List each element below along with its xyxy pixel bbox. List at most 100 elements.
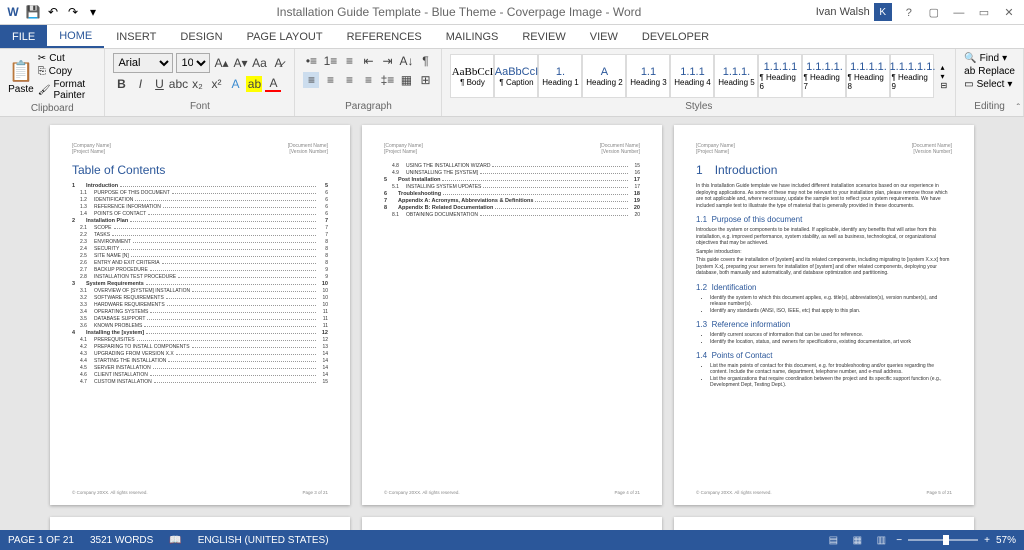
toc-entry[interactable]: 3.4Operating Systems11	[72, 309, 328, 315]
align-center-icon[interactable]: ≡	[322, 72, 338, 88]
style-item[interactable]: 1.Heading 1	[538, 54, 582, 98]
user-badge[interactable]: K	[874, 3, 892, 21]
toc-entry[interactable]: 4.4Starting the installation14	[72, 358, 328, 364]
styles-down-icon[interactable]: ▾	[940, 72, 947, 81]
highlight-icon[interactable]: ab	[246, 76, 262, 92]
toc-entry[interactable]: 4.6Client Installation14	[72, 372, 328, 378]
replace-button[interactable]: abReplace	[964, 66, 1015, 77]
toc-entry[interactable]: 3.1Overview of [system] installation10	[72, 288, 328, 294]
minimize-icon[interactable]: —	[948, 7, 970, 19]
page-indicator[interactable]: PAGE 1 OF 21	[8, 535, 74, 546]
toc-entry[interactable]: 2.7Backup Procedure9	[72, 267, 328, 273]
maximize-icon[interactable]: ▭	[973, 6, 995, 19]
style-item[interactable]: 1.1.1.1.1.¶ Heading 9	[890, 54, 934, 98]
changecase-icon[interactable]: Aa	[251, 55, 267, 71]
undo-icon[interactable]: ↶	[44, 3, 62, 21]
tab-design[interactable]: DESIGN	[168, 25, 234, 48]
toc-entry[interactable]: 3System Requirements10	[72, 281, 328, 287]
zoom-out-icon[interactable]: −	[896, 535, 902, 546]
find-button[interactable]: 🔍Find ▾	[964, 53, 1015, 64]
toc-entry[interactable]: 5Post Installation17	[384, 177, 640, 183]
zoom-slider[interactable]	[908, 539, 978, 541]
toc-entry[interactable]: 2.6Entry and Exit Criteria8	[72, 260, 328, 266]
tab-insert[interactable]: INSERT	[104, 25, 168, 48]
tab-mailings[interactable]: MAILINGS	[434, 25, 511, 48]
proofing-icon[interactable]: 📖	[169, 535, 181, 546]
page-thumbnail[interactable]: [Company Name][Project Name][Document Na…	[674, 517, 974, 530]
grow-font-icon[interactable]: A▴	[213, 55, 229, 71]
toc-entry[interactable]: 1.4Points of Contact6	[72, 211, 328, 217]
style-item[interactable]: 1.1.1.Heading 5	[714, 54, 758, 98]
tab-pagelayout[interactable]: PAGE LAYOUT	[235, 25, 335, 48]
readmode-icon[interactable]: ▤	[824, 532, 842, 548]
italic-icon[interactable]: I	[132, 76, 148, 92]
redo-icon[interactable]: ↷	[64, 3, 82, 21]
toc-entry[interactable]: 4.2Preparing to install components13	[72, 344, 328, 350]
zoom-in-icon[interactable]: +	[984, 535, 990, 546]
printlayout-icon[interactable]: ▦	[848, 532, 866, 548]
toc-entry[interactable]: 2.2Tasks7	[72, 232, 328, 238]
toc-entry[interactable]: 6Troubleshooting18	[384, 191, 640, 197]
superscript-icon[interactable]: x²	[208, 76, 224, 92]
font-size-select[interactable]: 10	[176, 53, 210, 73]
toc-entry[interactable]: 2.8Installation Test Procedure9	[72, 274, 328, 280]
toc-entry[interactable]: 3.5Database Support11	[72, 316, 328, 322]
zoom-level[interactable]: 57%	[996, 535, 1016, 546]
align-right-icon[interactable]: ≡	[341, 72, 357, 88]
toc-entry[interactable]: 5.1Installing System Updates17	[384, 184, 640, 190]
underline-icon[interactable]: U	[151, 76, 167, 92]
toc-entry[interactable]: 4.9Uninstalling the [system]16	[384, 170, 640, 176]
style-gallery[interactable]: AaBbCcI¶ BodyAaBbCcI¶ Caption1.Heading 1…	[450, 53, 934, 99]
style-item[interactable]: 1.1.1.1¶ Heading 6	[758, 54, 802, 98]
cut-button[interactable]: ✂Cut	[38, 53, 97, 64]
word-count[interactable]: 3521 WORDS	[90, 535, 153, 546]
strike-icon[interactable]: abc	[170, 76, 186, 92]
toc-entry[interactable]: 4.8Using the Installation Wizard15	[384, 163, 640, 169]
style-item[interactable]: AaBbCcI¶ Caption	[494, 54, 538, 98]
texteffects-icon[interactable]: A	[227, 76, 243, 92]
toc-entry[interactable]: 2Installation Plan7	[72, 218, 328, 224]
styles-more-icon[interactable]: ⊟	[940, 81, 947, 90]
shading-icon[interactable]: ▦	[398, 72, 414, 88]
page-thumbnail[interactable]: [Company Name][Project Name][Document Na…	[50, 125, 350, 505]
ribbon-options-icon[interactable]: ▢	[923, 6, 945, 19]
user-name[interactable]: Ivan Walsh	[816, 6, 870, 18]
save-icon[interactable]: 💾	[24, 3, 42, 21]
justify-icon[interactable]: ≡	[360, 72, 376, 88]
style-item[interactable]: 1.1Heading 3	[626, 54, 670, 98]
decrease-indent-icon[interactable]: ⇤	[360, 53, 376, 69]
paste-button[interactable]: 📋 Paste	[8, 53, 34, 101]
toc-entry[interactable]: 4.3Upgrading from Version X.x14	[72, 351, 328, 357]
copy-button[interactable]: ⎘Copy	[38, 66, 97, 77]
document-area[interactable]: [Company Name][Project Name][Document Na…	[0, 117, 1024, 530]
page-thumbnail[interactable]: [Company Name][Project Name][Document Na…	[674, 125, 974, 505]
clearformat-icon[interactable]: A̷	[270, 55, 286, 71]
toc-entry[interactable]: 8Appendix B: Related Documentation20	[384, 205, 640, 211]
toc-entry[interactable]: 2.1Scope7	[72, 225, 328, 231]
style-item[interactable]: 1.1.1.1.¶ Heading 7	[802, 54, 846, 98]
shrink-font-icon[interactable]: A▾	[232, 55, 248, 71]
linespacing-icon[interactable]: ‡≡	[379, 72, 395, 88]
fontcolor-icon[interactable]: A	[265, 76, 281, 92]
borders-icon[interactable]: ⊞	[417, 72, 433, 88]
collapse-ribbon-icon[interactable]: ˆ	[1017, 103, 1020, 114]
style-item[interactable]: 1.1.1Heading 4	[670, 54, 714, 98]
bold-icon[interactable]: B	[113, 76, 129, 92]
showmarks-icon[interactable]: ¶	[417, 53, 433, 69]
help-icon[interactable]: ?	[898, 7, 920, 19]
toc-entry[interactable]: 1.3Reference information6	[72, 204, 328, 210]
toc-entry[interactable]: 3.2Software Requirements10	[72, 295, 328, 301]
toc-entry[interactable]: 4Installing the [system]12	[72, 330, 328, 336]
multilevel-icon[interactable]: ≡	[341, 53, 357, 69]
tab-developer[interactable]: DEVELOPER	[630, 25, 721, 48]
sort-icon[interactable]: A↓	[398, 53, 414, 69]
subscript-icon[interactable]: x₂	[189, 76, 205, 92]
toc-entry[interactable]: 4.5Server Installation14	[72, 365, 328, 371]
toc-entry[interactable]: 2.3Environment8	[72, 239, 328, 245]
toc-entry[interactable]: 4.7Custom Installation15	[72, 379, 328, 385]
qat-more-icon[interactable]: ▾	[84, 3, 102, 21]
close-icon[interactable]: ✕	[998, 6, 1020, 19]
toc-entry[interactable]: 1.2Identification6	[72, 197, 328, 203]
toc-entry[interactable]: 4.1Prerequisites12	[72, 337, 328, 343]
tab-home[interactable]: HOME	[47, 25, 104, 48]
